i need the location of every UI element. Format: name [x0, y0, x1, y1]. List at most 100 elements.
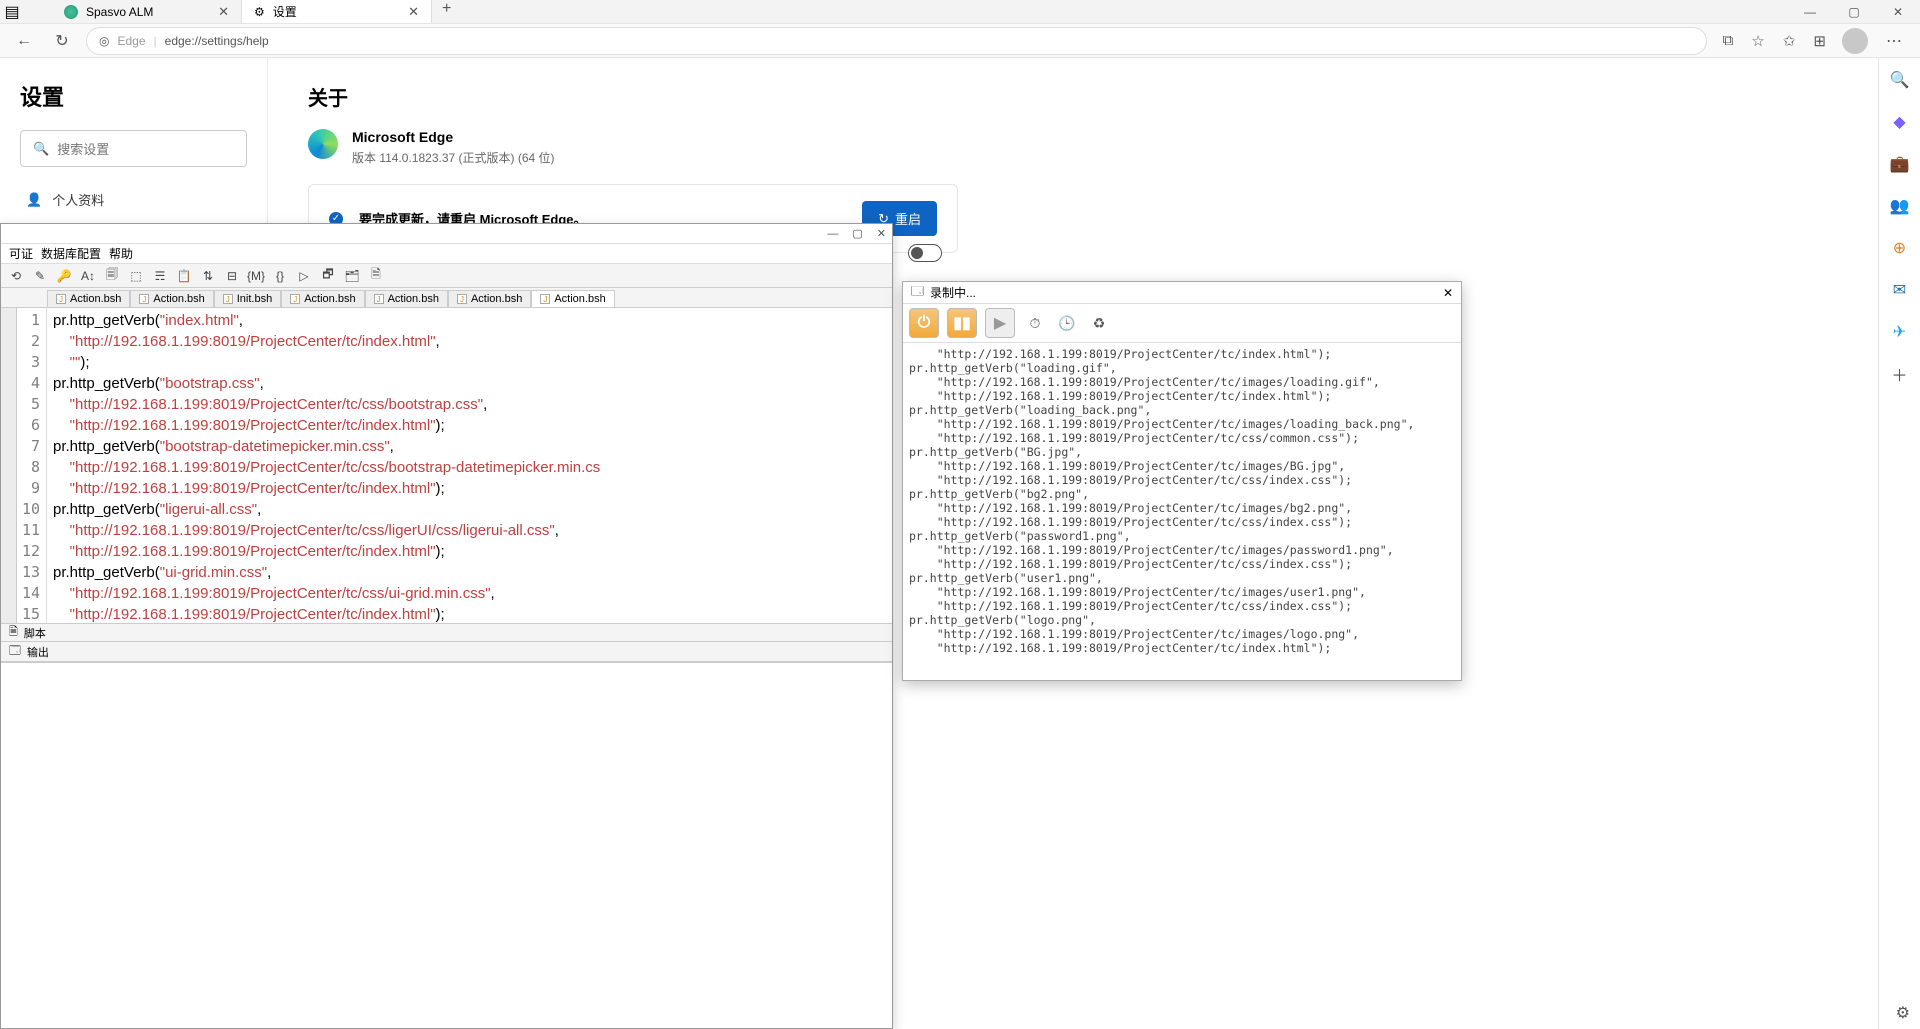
address-field[interactable]: ◎ Edge | edge://settings/help	[86, 27, 1707, 55]
tab-spasvo[interactable]: Spasvo ALM ✕	[52, 0, 242, 23]
engine-label: Edge	[117, 34, 145, 48]
rail-diamond-icon[interactable]: ◆	[1890, 112, 1910, 132]
toolbar-btn-7[interactable]: 📋	[175, 267, 193, 285]
minimize-button[interactable]: —	[1788, 0, 1832, 24]
rail-add-icon[interactable]: ＋	[1890, 364, 1910, 384]
clock-icon[interactable]: 🕒	[1055, 311, 1079, 335]
menu-dbconfig[interactable]: 数据库配置	[41, 245, 101, 262]
rail-briefcase-icon[interactable]: 💼	[1890, 154, 1910, 174]
tab-overview-icon[interactable]: ▤	[0, 2, 24, 22]
output-panel-header[interactable]: 🗔 输出	[1, 642, 892, 662]
toolbar-btn-9[interactable]: ⊟	[223, 267, 241, 285]
script-panel-label: 脚本	[24, 625, 46, 641]
editor-titlebar[interactable]: — ▢ ✕	[1, 224, 892, 244]
play-icon: ▶	[994, 313, 1006, 333]
search-icon: 🔍	[33, 141, 49, 157]
timer-icon[interactable]: ⏱	[1023, 311, 1047, 335]
js-file-icon: J	[139, 294, 149, 304]
about-block: Microsoft Edge 版本 114.0.1823.37 (正式版本) (…	[308, 129, 1838, 166]
recorder-app-icon: 🗔	[911, 282, 924, 303]
url-text: edge://settings/help	[165, 34, 269, 48]
file-tab[interactable]: JAction.bsh	[281, 290, 364, 307]
address-actions: ⧉ ☆ ✩ ⊞	[1717, 32, 1832, 50]
rail-send-icon[interactable]: ✈	[1890, 322, 1910, 342]
toolbar-btn-15[interactable]: 🗎	[367, 267, 385, 285]
script-panel-header[interactable]: 🗎 脚本	[1, 624, 892, 642]
editor-file-tabs: JAction.bshJAction.bshJInit.bshJAction.b…	[1, 288, 892, 308]
js-file-icon: J	[56, 294, 66, 304]
js-file-icon: J	[374, 294, 384, 304]
toolbar-btn-10[interactable]: {M}	[247, 267, 265, 285]
split-icon[interactable]: ⧉	[1723, 32, 1734, 50]
code-area: 1 2 3 4 5 6 7 8 9 10 11 12 13 14 15 pr.h…	[1, 308, 892, 624]
cycle-icon[interactable]: ♻	[1087, 311, 1111, 335]
settings-gear-icon[interactable]: ⚙	[1896, 1003, 1910, 1023]
file-tab[interactable]: J Action.bsh	[365, 290, 448, 307]
recorder-titlebar[interactable]: 🗔 录制中... ✕	[903, 282, 1461, 304]
toolbar-btn-1[interactable]: ✎	[31, 267, 49, 285]
product-name: Microsoft Edge	[352, 129, 555, 145]
rail-mail-icon[interactable]: ✉	[1890, 280, 1910, 300]
profile-avatar[interactable]	[1842, 28, 1868, 54]
rail-office-icon[interactable]: ⊕	[1890, 238, 1910, 258]
menu-help[interactable]: 帮助	[109, 245, 133, 262]
code-editor[interactable]: pr.http_getVerb("index.html", "http://19…	[47, 308, 892, 623]
toolbar-btn-3[interactable]: A↕	[79, 267, 97, 285]
toolbar-btn-0[interactable]: ⟲	[7, 267, 25, 285]
file-tab[interactable]: JAction.bsh	[448, 290, 531, 307]
file-tab[interactable]: JInit.bsh	[214, 290, 281, 307]
recorder-window: 🗔 录制中... ✕ ⏻ ▮▮ ▶ ⏱ 🕒 ♻ "http://192.168.…	[902, 281, 1462, 681]
maximize-button[interactable]: ▢	[852, 227, 862, 240]
tab-title: Spasvo ALM	[86, 5, 153, 19]
favorites-bar-icon[interactable]: ✩	[1783, 32, 1796, 50]
back-button[interactable]: ←	[10, 27, 38, 55]
browser-titlebar: ▤ Spasvo ALM ✕ ⚙ 设置 ✕ + — ▢ ✕	[0, 0, 1920, 24]
close-button[interactable]: ✕	[1443, 286, 1453, 300]
new-tab-button[interactable]: +	[432, 0, 461, 23]
minimize-button[interactable]: —	[827, 228, 838, 240]
sidebar-item-profile[interactable]: 👤 个人资料	[20, 183, 247, 216]
file-tab[interactable]: JAction.bsh	[47, 290, 130, 307]
user-icon: 👤	[26, 192, 42, 208]
toolbar-btn-12[interactable]: ▷	[295, 267, 313, 285]
close-button[interactable]: ✕	[877, 227, 886, 240]
editor-menubar: 可证 数据库配置 帮助	[1, 244, 892, 264]
window-controls: — ▢ ✕	[1788, 0, 1920, 24]
toolbar-btn-6[interactable]: ☴	[151, 267, 169, 285]
settings-search[interactable]: 🔍 搜索设置	[20, 130, 247, 167]
close-icon[interactable]: ✕	[218, 4, 229, 20]
js-file-icon: J	[290, 294, 300, 304]
toolbar-btn-2[interactable]: 🔑	[55, 267, 73, 285]
file-tab[interactable]: JAction.bsh	[531, 290, 614, 307]
rail-people-icon[interactable]: 👥	[1890, 196, 1910, 216]
restart-label: 重启	[895, 209, 921, 228]
menu-license[interactable]: 可证	[9, 245, 33, 262]
rail-search-icon[interactable]: 🔍	[1890, 70, 1910, 90]
close-button[interactable]: ✕	[1876, 0, 1920, 24]
address-bar: ← ↻ ◎ Edge | edge://settings/help ⧉ ☆ ✩ …	[0, 24, 1920, 58]
settings-heading: 设置	[20, 80, 247, 112]
pause-icon: ▮▮	[953, 313, 971, 333]
toolbar-btn-14[interactable]: 🗂	[343, 267, 361, 285]
toolbar-btn-8[interactable]: ⇅	[199, 267, 217, 285]
record-button[interactable]: ⏻	[909, 308, 939, 338]
file-tab-label: Action.bsh	[153, 293, 204, 305]
file-tab-label: Action.bsh	[388, 293, 439, 305]
refresh-button[interactable]: ↻	[48, 27, 76, 55]
toolbar-btn-5[interactable]: ⬚	[127, 267, 145, 285]
file-tab[interactable]: J Action.bsh	[130, 290, 213, 307]
toolbar-btn-11[interactable]: {}	[271, 267, 289, 285]
js-file-icon: J	[457, 294, 467, 304]
tab-settings[interactable]: ⚙ 设置 ✕	[242, 0, 432, 23]
collections-icon[interactable]: ⊞	[1813, 32, 1826, 50]
toggle-switch[interactable]	[908, 244, 942, 262]
play-button[interactable]: ▶	[985, 308, 1015, 338]
pause-button[interactable]: ▮▮	[947, 308, 977, 338]
maximize-button[interactable]: ▢	[1832, 0, 1876, 24]
close-icon[interactable]: ✕	[408, 4, 419, 20]
toolbar-btn-13[interactable]: 🗗	[319, 267, 337, 285]
recorder-log[interactable]: "http://192.168.1.199:8019/ProjectCenter…	[903, 343, 1461, 680]
more-button[interactable]: ⋯	[1878, 31, 1910, 51]
favorite-icon[interactable]: ☆	[1751, 32, 1764, 50]
toolbar-btn-4[interactable]: 🗐	[103, 267, 121, 285]
